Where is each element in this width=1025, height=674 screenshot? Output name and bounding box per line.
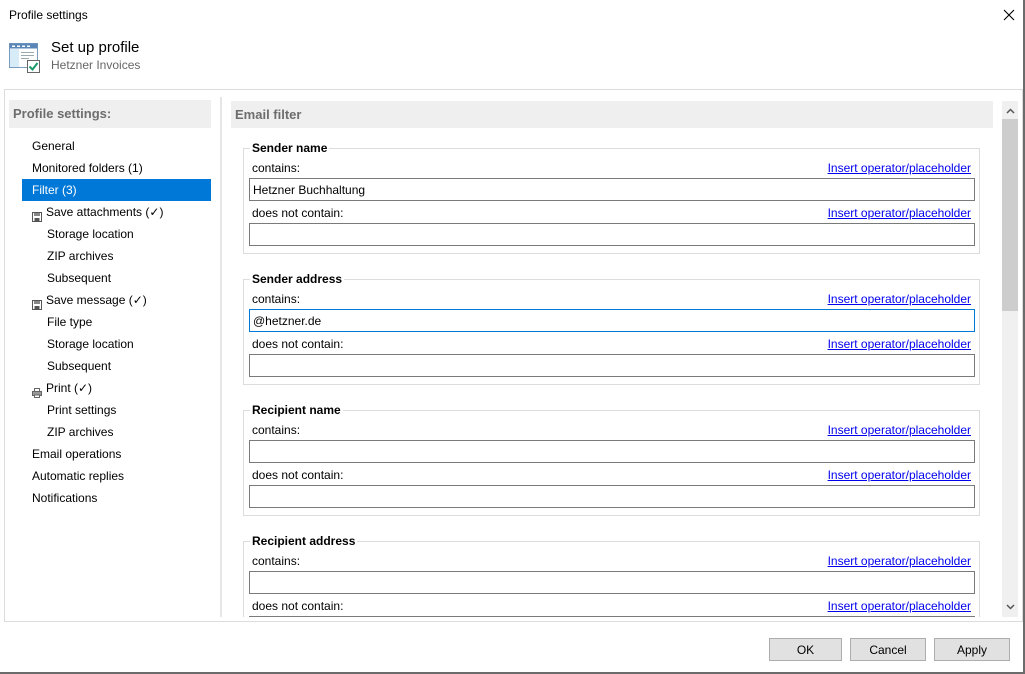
contains-label: contains: [252,423,301,437]
contains-label: contains: [252,554,301,568]
sidebar-item-label: General [32,139,75,153]
insert-placeholder-link[interactable]: Insert operator/placeholder [828,161,971,175]
scroll-up-button[interactable] [1002,103,1018,119]
sidebar-item-file-type[interactable]: File type [22,311,211,333]
sidebar-item-label: Print settings [47,403,117,417]
apply-button[interactable]: Apply [934,638,1010,661]
chevron-up-icon [1005,108,1015,114]
panel-title: Email filter [231,101,993,128]
sidebar-item-label: Notifications [32,491,98,505]
sidebar-item-label: Email operations [32,447,122,461]
sidebar-header: Profile settings: [9,100,211,128]
sidebar-item-storage-location[interactable]: Storage location [22,333,211,355]
sidebar-item-email-operations[interactable]: Email operations [22,443,211,465]
contains-label: contains: [252,161,301,175]
sidebar-item-label: File type [47,315,93,329]
insert-placeholder-link[interactable]: Insert operator/placeholder [828,337,971,351]
not-contains-label: does not contain: [252,468,344,482]
group-sender-name: Sender name contains: Insert operator/plac… [243,141,980,254]
sidebar: Profile settings: General Monitored folde… [9,100,211,618]
scroll-down-button[interactable] [1002,599,1018,615]
sender-name-contains-input[interactable] [249,178,975,201]
sender-address-contains-input[interactable] [249,309,975,332]
sidebar-item-label: Save attachments (✓) [46,205,164,219]
recipient-address-contains-input[interactable] [249,571,975,594]
sidebar-item-save-attachments[interactable]: Save attachments (✓) [22,201,211,223]
sidebar-item-notifications[interactable]: Notifications [22,487,211,509]
sidebar-item-label: Storage location [47,227,134,241]
insert-placeholder-link[interactable]: Insert operator/placeholder [828,206,971,220]
sidebar-item-label: Automatic replies [32,469,125,483]
sidebar-item-subsequent[interactable]: Subsequent [22,267,211,289]
recipient-address-not-contains-input[interactable] [249,616,975,617]
not-contains-label: does not contain: [252,599,344,613]
insert-placeholder-link[interactable]: Insert operator/placeholder [828,423,971,437]
recipient-name-contains-input[interactable] [249,440,975,463]
vertical-scrollbar[interactable] [1002,101,1018,617]
profile-settings-window: Profile settings Set up profile Hetzner … [0,0,1025,674]
group-title: Sender name [250,141,330,155]
sidebar-item-zip-archives[interactable]: ZIP archives [22,421,211,443]
sidebar-item-save-message[interactable]: Save message (✓) [22,289,211,311]
group-sender-address: Sender address contains: Insert operator/p… [243,272,980,385]
sidebar-item-label: Print (✓) [46,381,93,395]
insert-placeholder-link[interactable]: Insert operator/placeholder [828,292,971,306]
insert-placeholder-link[interactable]: Insert operator/placeholder [828,599,971,613]
sidebar-item-label: ZIP archives [47,425,114,439]
window-title: Profile settings [9,8,88,22]
header-title: Set up profile [51,39,140,56]
not-contains-label: does not contain: [252,206,344,220]
sidebar-item-print-settings[interactable]: Print settings [22,399,211,421]
close-button[interactable] [996,3,1022,27]
scroll-thumb[interactable] [1002,119,1018,311]
sidebar-nav: General Monitored folders (1) Filter (3) Sa… [22,135,211,509]
profile-settings-icon [9,43,40,73]
sidebar-divider [220,97,222,617]
insert-placeholder-link[interactable]: Insert operator/placeholder [828,468,971,482]
group-title: Recipient address [250,534,358,548]
sender-address-not-contains-input[interactable] [249,354,975,377]
email-filter-panel: Email filter Sender name contains: Insert … [231,101,993,617]
contains-label: contains: [252,292,301,306]
sidebar-item-automatic-replies[interactable]: Automatic replies [22,465,211,487]
insert-placeholder-link[interactable]: Insert operator/placeholder [828,554,971,568]
sidebar-item-label: Subsequent [47,271,112,285]
cancel-button[interactable]: Cancel [850,638,926,661]
group-title: Sender address [250,272,345,286]
sender-name-not-contains-input[interactable] [249,223,975,246]
sidebar-item-storage-location[interactable]: Storage location [22,223,211,245]
header-subtitle: Hetzner Invoices [51,58,141,72]
printer-icon [32,383,42,398]
ok-button[interactable]: OK [769,638,842,661]
chevron-down-icon [1005,604,1015,610]
group-title: Recipient name [250,403,343,417]
not-contains-label: does not contain: [252,337,344,351]
sidebar-item-print[interactable]: Print (✓) [22,377,211,399]
sidebar-item-monitored-folders-1[interactable]: Monitored folders (1) [22,157,211,179]
sidebar-item-label: Storage location [47,337,134,351]
sidebar-item-label: Filter (3) [32,183,77,197]
sidebar-item-label: Subsequent [47,359,112,373]
sidebar-item-label: Save message (✓) [46,293,147,307]
close-icon [1003,9,1015,21]
sidebar-item-general[interactable]: General [22,135,211,157]
save-icon [32,207,42,222]
group-recipient-address: Recipient address contains: Insert operato… [243,534,980,617]
save-icon [32,295,42,310]
sidebar-item-label: Monitored folders (1) [32,161,143,175]
sidebar-item-subsequent[interactable]: Subsequent [22,355,211,377]
sidebar-item-label: ZIP archives [47,249,114,263]
sidebar-item-filter-3[interactable]: Filter (3) [22,179,211,201]
recipient-name-not-contains-input[interactable] [249,485,975,508]
sidebar-item-zip-archives[interactable]: ZIP archives [22,245,211,267]
group-recipient-name: Recipient name contains: Insert operator/p… [243,403,980,516]
